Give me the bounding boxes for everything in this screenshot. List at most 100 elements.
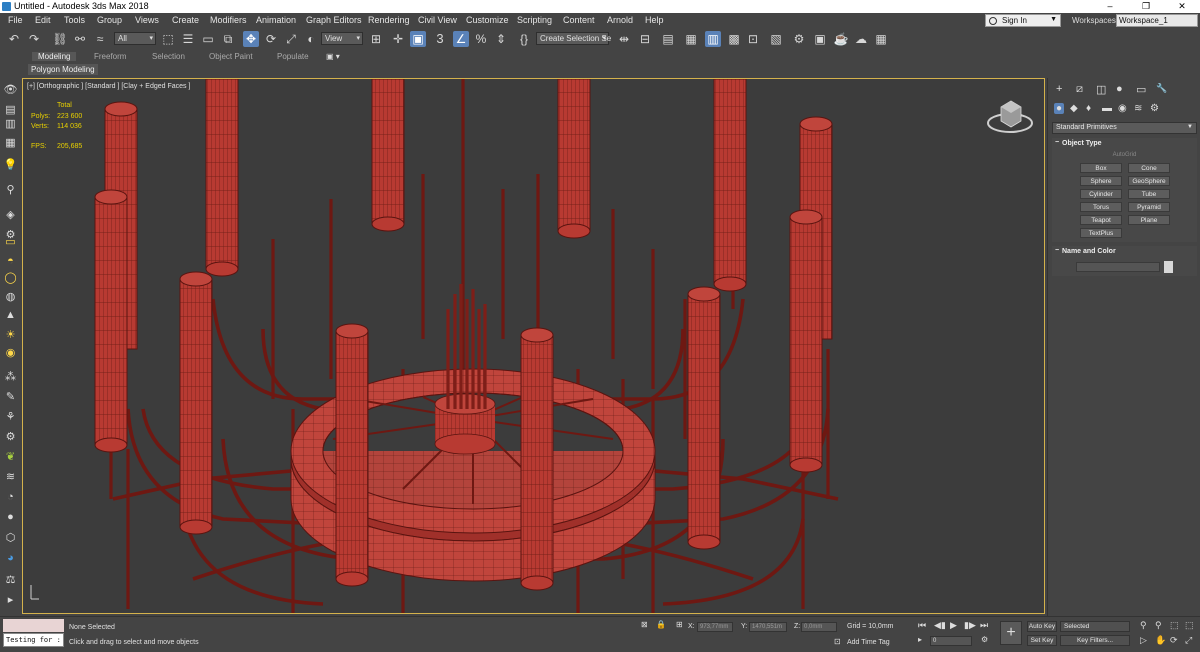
zoom-extents-icon[interactable]: ⬚ — [1170, 620, 1179, 631]
menu-file[interactable]: File — [8, 15, 23, 25]
create-tab-icon[interactable]: + — [1056, 83, 1062, 95]
z-coordinate-field[interactable]: 0,0mm — [801, 622, 837, 632]
angle-snap-icon[interactable]: ∠ — [453, 31, 469, 47]
tab-selection[interactable]: Selection — [152, 52, 185, 61]
shapes-icon[interactable]: ◆ — [1070, 103, 1078, 114]
lights-icon[interactable]: ♦ — [1086, 103, 1091, 114]
rendered-frame-icon[interactable]: ▣ — [812, 31, 828, 47]
next-frame-icon[interactable]: ▮▶ — [964, 620, 976, 631]
geosphere-button[interactable]: GeoSphere — [1128, 176, 1170, 186]
render-cloud-icon[interactable]: ☁ — [853, 31, 869, 47]
time-config-icon[interactable]: ⚙ — [981, 635, 988, 644]
prev-frame-icon[interactable]: ◀▮ — [934, 620, 946, 631]
window-crossing-icon[interactable]: ⧉ — [220, 31, 236, 47]
spinner-snap-icon[interactable]: ⇕ — [493, 31, 509, 47]
textplus-button[interactable]: TextPlus — [1080, 228, 1122, 238]
leaf-icon[interactable]: ❦ — [3, 450, 18, 464]
expand-icon[interactable]: ▸ — [3, 593, 18, 607]
menu-modifiers[interactable]: Modifiers — [210, 15, 247, 25]
layer-list-icon[interactable]: ▥ — [3, 117, 18, 131]
percent-snap-icon[interactable]: % — [473, 31, 489, 47]
autogrid-checkbox[interactable]: AutoGrid — [1052, 152, 1197, 158]
edit-named-sel-icon[interactable]: {} — [516, 31, 532, 47]
play-icon[interactable]: ▶ — [950, 620, 957, 631]
current-frame-field[interactable]: 0 — [930, 636, 972, 646]
maxscript-listener-input[interactable]: Testing for : — [3, 633, 64, 647]
redo-icon[interactable]: ↷ — [26, 31, 42, 47]
sphere-button[interactable]: Sphere — [1080, 176, 1122, 186]
cylinder-button[interactable]: Cylinder — [1080, 189, 1122, 199]
menu-civil-view[interactable]: Civil View — [418, 15, 457, 25]
particles-icon[interactable]: ⁂ — [3, 370, 18, 384]
ribbon-toggle-icon[interactable]: ▥ — [705, 31, 721, 47]
named-selection-dropdown[interactable]: Create Selection Se ▾ — [536, 32, 611, 45]
goto-end-icon[interactable]: ⏭ — [980, 620, 988, 631]
close-button[interactable]: ✕ — [1164, 0, 1200, 13]
cloth-icon[interactable]: ◔ — [3, 490, 18, 504]
maximize-viewport-icon[interactable]: ⤢ — [1185, 635, 1192, 646]
pyramid-button[interactable]: Pyramid — [1128, 202, 1170, 212]
object-name-input[interactable] — [1076, 262, 1160, 272]
menu-views[interactable]: Views — [135, 15, 159, 25]
name-and-color-header[interactable]: − Name and Color — [1052, 246, 1197, 258]
space-warps-icon[interactable]: ≋ — [1134, 103, 1142, 114]
unlink-icon[interactable]: ⚯ — [72, 31, 88, 47]
tab-populate[interactable]: Populate — [277, 52, 309, 61]
menu-customize[interactable]: Customize — [466, 15, 509, 25]
pan-icon[interactable]: ✋ — [1155, 635, 1166, 646]
tube-button[interactable]: Tube — [1128, 189, 1170, 199]
select-place-icon[interactable]: ◐ — [303, 31, 319, 47]
maxscript-listener-output[interactable] — [3, 619, 64, 632]
menu-edit[interactable]: Edit — [35, 15, 51, 25]
schematic-view-icon[interactable]: ⊡ — [745, 31, 761, 47]
snaps-toggle-icon[interactable]: 3 — [432, 31, 448, 47]
cone-button[interactable]: Cone — [1128, 163, 1170, 173]
orbit-icon[interactable]: ⟳ — [1170, 635, 1178, 646]
brush-icon[interactable]: ✎ — [3, 390, 18, 404]
bind-spacewarp-icon[interactable]: ≈ — [92, 31, 108, 47]
menu-scripting[interactable]: Scripting — [517, 15, 552, 25]
zoom-all-icon[interactable]: ⚲ — [1155, 620, 1162, 631]
hair-icon[interactable]: ≋ — [3, 470, 18, 484]
render-icon[interactable]: ☕ — [833, 31, 849, 47]
display-list-icon[interactable]: ▦ — [3, 136, 18, 150]
a360-icon[interactable]: ▦ — [873, 31, 889, 47]
modify-tab-icon[interactable]: ⧄ — [1076, 83, 1083, 96]
wireframe-icon[interactable]: ⬡ — [3, 531, 18, 545]
key-selection-dropdown[interactable]: Selected — [1060, 621, 1130, 632]
zoom-icon[interactable]: ⚲ — [1140, 620, 1147, 631]
render-setup-icon[interactable]: ⚙ — [791, 31, 807, 47]
sphere-icon[interactable]: ◯ — [3, 271, 18, 285]
gear-icon[interactable]: ⚙ — [3, 430, 18, 444]
select-rotate-icon[interactable]: ⟳ — [263, 31, 279, 47]
disc-icon[interactable]: ◉ — [3, 346, 18, 360]
plane-icon[interactable]: ▭ — [3, 235, 18, 249]
mirror-icon[interactable]: ⇹ — [616, 31, 632, 47]
absolute-mode-icon[interactable]: ⊞ — [676, 620, 683, 629]
keyboard-shortcut-icon[interactable]: ▣ — [410, 31, 426, 47]
align-icon[interactable]: ⊟ — [637, 31, 653, 47]
object-type-header[interactable]: − Object Type — [1052, 138, 1197, 150]
tab-object-paint[interactable]: Object Paint — [209, 52, 253, 61]
x-coordinate-field[interactable]: 973,77mm — [697, 622, 733, 632]
utilities-tab-icon[interactable]: 🔧 — [1156, 83, 1167, 94]
viewport-layout-icon[interactable]: 👁 — [3, 83, 18, 97]
globe-icon[interactable]: ◍ — [3, 290, 18, 304]
key-mode-icon[interactable]: ▸ — [918, 635, 922, 644]
layer-explorer-icon[interactable]: ▦ — [683, 31, 699, 47]
display-tab-icon[interactable]: ▭ — [1136, 83, 1146, 96]
minimize-button[interactable]: – — [1092, 0, 1128, 13]
restore-button[interactable]: ❐ — [1128, 0, 1164, 13]
isolate-icon[interactable]: ⊠ — [641, 620, 648, 629]
cone-icon[interactable]: ▲ — [3, 308, 18, 322]
motion-tab-icon[interactable]: ● — [1116, 83, 1123, 95]
set-key-button[interactable]: Set Key — [1027, 635, 1057, 646]
tab-freeform[interactable]: Freeform — [94, 52, 126, 61]
geometry-icon[interactable]: ● — [1054, 103, 1065, 114]
menu-rendering[interactable]: Rendering — [368, 15, 410, 25]
helpers-icon[interactable]: ◉ — [1118, 103, 1127, 114]
select-by-name-icon[interactable]: ☰ — [180, 31, 196, 47]
undo-icon[interactable]: ↶ — [6, 31, 22, 47]
time-tag-icon[interactable]: ⊡ — [834, 637, 841, 646]
viewcube[interactable] — [987, 100, 1033, 133]
